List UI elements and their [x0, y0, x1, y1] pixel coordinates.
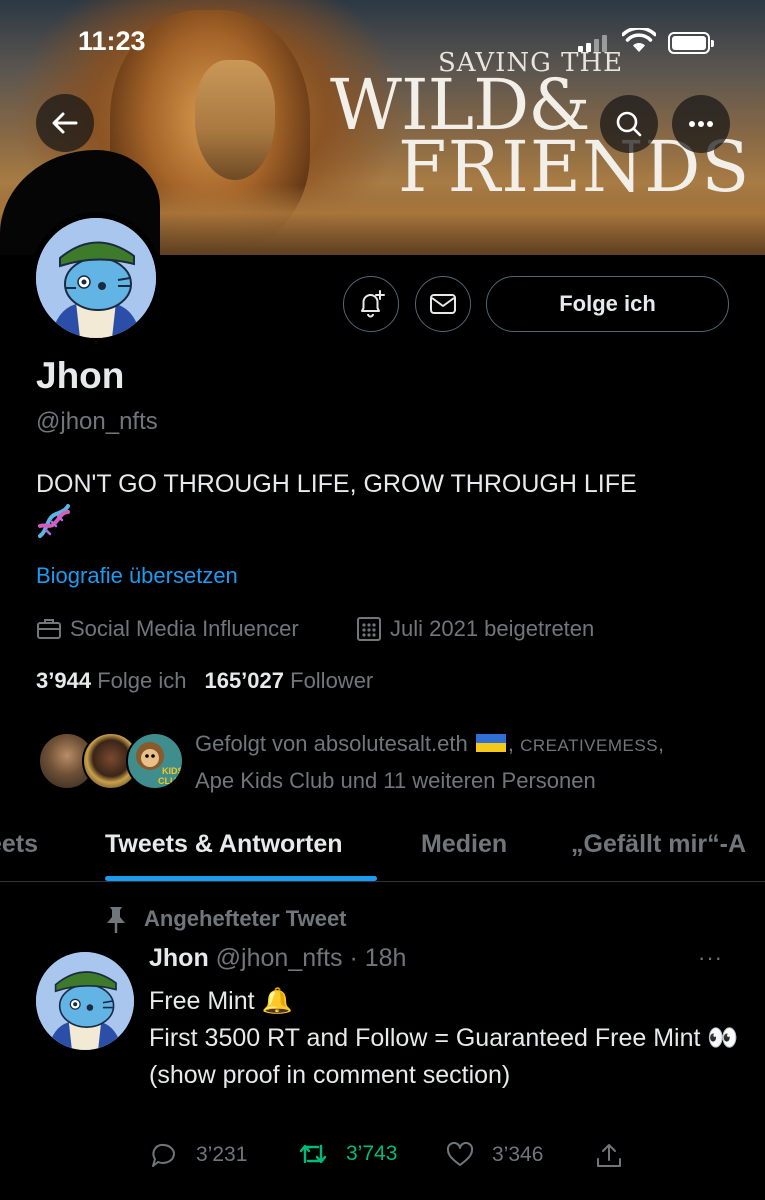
like-button[interactable]: 3’346 — [446, 1142, 543, 1168]
retweet-icon — [299, 1144, 327, 1164]
search-button[interactable] — [600, 95, 658, 153]
calendar-icon — [357, 617, 381, 641]
tweet-author-name[interactable]: Jhon — [149, 944, 209, 972]
avatar-illustration — [36, 218, 156, 338]
followers-label: Follower — [290, 668, 374, 693]
tweet-author-avatar[interactable] — [36, 952, 134, 1050]
followed-by-rest: Ape Kids Club und 11 weiteren Personen — [195, 768, 596, 793]
followed-by-caps: CREATIVEMESS — [520, 736, 659, 755]
following-link[interactable]: 3’944 Folge ich — [36, 668, 186, 693]
following-label: Folge ich — [97, 668, 187, 693]
ape-badge-line-1: KIDS — [162, 766, 184, 776]
pinned-text: Angehefteter Tweet — [144, 906, 347, 931]
active-tab-indicator — [105, 876, 377, 881]
battery-icon — [668, 32, 714, 54]
tab-tweets[interactable]: eets — [0, 830, 38, 859]
mail-icon — [430, 294, 456, 314]
arrow-left-icon — [52, 112, 78, 134]
followers-link[interactable]: 165’027 Follower — [204, 668, 373, 693]
followed-by-text[interactable]: Gefolgt von absolutesalt.eth , CREATIVEM… — [195, 726, 740, 798]
tweet-line-3: (show proof in comment section) — [149, 1061, 511, 1089]
message-button[interactable] — [415, 276, 471, 332]
like-count: 3’346 — [492, 1143, 544, 1166]
followers-count: 165’027 — [204, 668, 284, 693]
retweet-button[interactable]: 3’743 — [298, 1142, 397, 1166]
tab-tweets-replies[interactable]: Tweets & Antworten — [105, 830, 343, 859]
more-horizontal-icon — [689, 121, 713, 127]
status-time: 11:23 — [78, 26, 146, 56]
mutual-followers-avatars[interactable]: KIDS CLUB — [38, 732, 184, 790]
briefcase-icon — [37, 619, 61, 639]
status-bar: 11:23 — [0, 0, 765, 80]
profile-avatar[interactable] — [30, 212, 162, 344]
profile-name: Jhon — [36, 355, 125, 396]
heart-icon — [446, 1142, 474, 1166]
translate-bio-link[interactable]: Biografie übersetzen — [36, 563, 238, 589]
more-options-button[interactable] — [672, 95, 730, 153]
ape-kids-club-avatar: KIDS CLUB — [126, 732, 184, 790]
following-count: 3’944 — [36, 668, 92, 693]
tweet-line-1: Free Mint 🔔 — [149, 987, 293, 1015]
share-icon — [597, 1144, 621, 1167]
tweet-handle-time: @jhon_nfts · 18h — [215, 944, 407, 972]
tab-media[interactable]: Medien — [421, 830, 507, 859]
category-text: Social Media Influencer — [70, 616, 299, 641]
notifications-button[interactable] — [343, 276, 399, 332]
tweet-text[interactable]: Free Mint 🔔 First 3500 RT and Follow = G… — [149, 983, 749, 1094]
dna-emoji-icon — [38, 504, 70, 538]
followed-by-prefix: Gefolgt von absolutesalt.eth — [195, 731, 468, 756]
share-button[interactable] — [595, 1142, 623, 1170]
tweet-more-button[interactable]: ··· — [698, 945, 723, 971]
reply-button[interactable]: 3’231 — [150, 1142, 247, 1168]
search-icon — [616, 111, 642, 137]
profile-bio: DON'T GO THROUGH LIFE, GROW THROUGH LIFE — [36, 470, 637, 498]
tab-likes[interactable]: „Gefällt mir“-A — [571, 830, 746, 859]
wifi-icon — [622, 28, 656, 52]
join-date-text: Juli 2021 beigetreten — [390, 616, 595, 641]
join-date: Juli 2021 beigetreten — [356, 616, 594, 642]
profile-category: Social Media Influencer — [36, 616, 299, 642]
profile-handle: @jhon_nfts — [36, 408, 158, 435]
profile-tabs: eets Tweets & Antworten Medien „Gefällt … — [0, 818, 765, 882]
ape-badge-line-2: CLUB — [158, 776, 183, 786]
ukraine-flag-icon — [475, 734, 506, 752]
pin-icon — [107, 907, 125, 933]
reply-icon — [152, 1143, 175, 1167]
reply-count: 3’231 — [196, 1143, 248, 1166]
follow-counts: 3’944 Folge ich 165’027 Follower — [36, 668, 373, 694]
back-button[interactable] — [36, 94, 94, 152]
cellular-signal-icon — [578, 34, 610, 52]
retweet-count: 3’743 — [346, 1142, 398, 1165]
tweet-header: Jhon @jhon_nfts · 18h — [149, 944, 406, 973]
pinned-tweet-label: Angehefteter Tweet — [104, 905, 347, 933]
avatar-illustration — [36, 952, 134, 1050]
following-button[interactable]: Folge ich — [486, 276, 729, 332]
nft-avatar-image — [36, 218, 156, 338]
bell-plus-icon — [361, 290, 385, 318]
tweet-line-2: First 3500 RT and Follow = Guaranteed Fr… — [149, 1024, 739, 1052]
